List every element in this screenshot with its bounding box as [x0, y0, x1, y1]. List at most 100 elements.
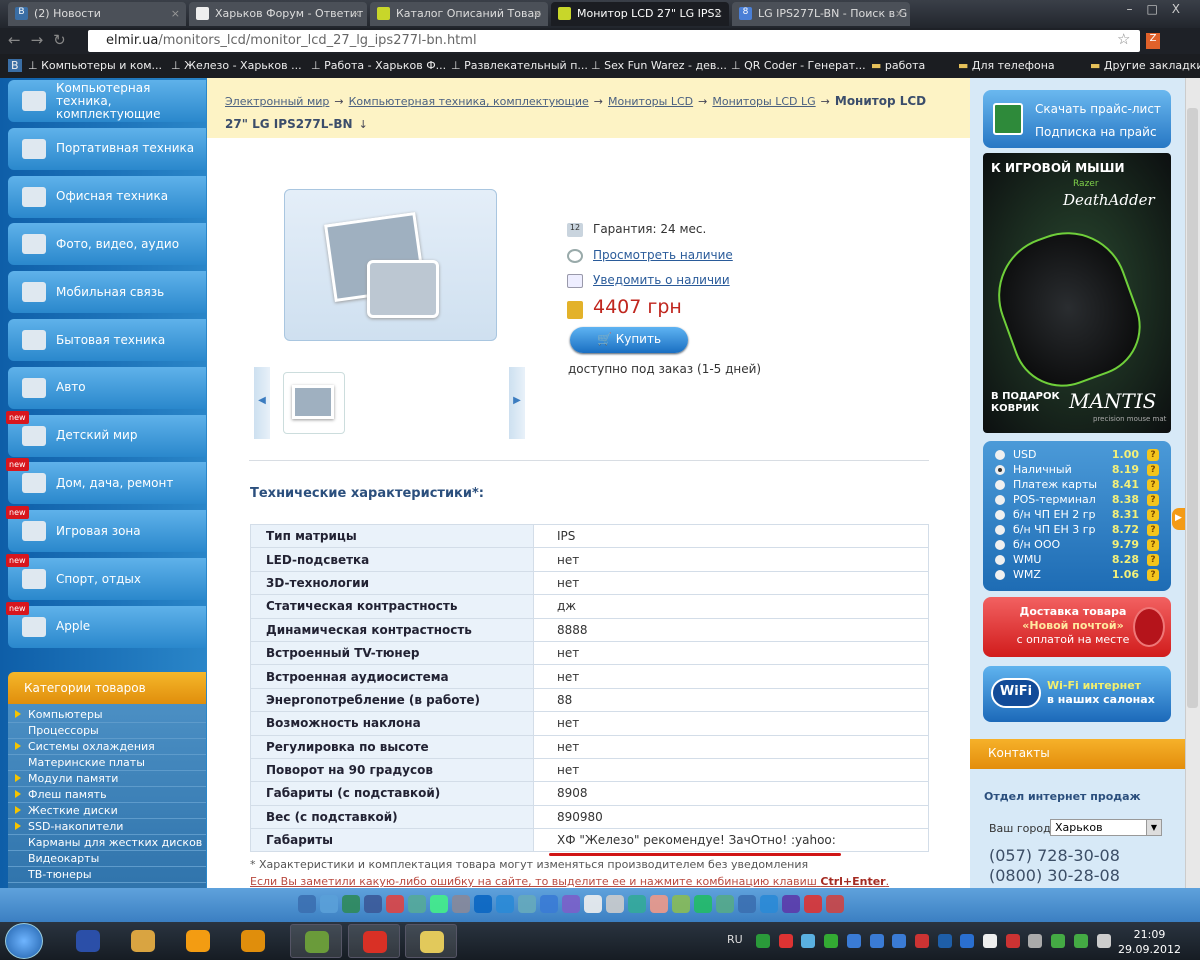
share-icon[interactable] [628, 895, 646, 913]
tray-icon[interactable] [960, 934, 975, 948]
browser-tab[interactable]: B (2) Новости × [8, 2, 186, 26]
bookmark-item[interactable]: ▬ работа [871, 59, 925, 72]
share-icon[interactable] [606, 895, 624, 913]
tray-icon[interactable] [1005, 934, 1020, 948]
browser-tab[interactable]: Харьков Форум - Ответит × [189, 2, 367, 26]
share-icon[interactable] [782, 895, 800, 913]
category-link[interactable]: Модули памяти [8, 771, 206, 787]
sidebar-item[interactable]: Детский мир new [6, 410, 206, 457]
download-price-link[interactable]: Скачать прайс-лист [1035, 98, 1171, 121]
side-panel-toggle[interactable]: ▶ [1172, 508, 1186, 530]
sidebar-item[interactable]: Фото, видео, аудио [8, 223, 206, 266]
radio-button[interactable] [995, 480, 1005, 490]
product-thumbnail[interactable] [283, 372, 345, 434]
radio-button[interactable] [995, 555, 1005, 565]
category-link[interactable]: Жесткие диски [8, 803, 206, 819]
currency-row[interactable]: Платеж карты 8.41? [993, 478, 1161, 493]
close-icon[interactable]: × [714, 7, 723, 20]
close-icon[interactable]: × [171, 7, 180, 20]
help-icon[interactable]: ? [1147, 509, 1159, 521]
notify-link[interactable]: Уведомить о наличии [593, 273, 730, 287]
scrollbar-thumb[interactable] [1187, 108, 1198, 708]
sidebar-item[interactable]: Портативная техника [8, 127, 206, 170]
wifi-banner[interactable]: WiFi Wi-Fi интернет в наших салонах [983, 666, 1171, 722]
check-availability-link[interactable]: Просмотреть наличие [593, 248, 733, 262]
category-link[interactable]: Флеш память [8, 787, 206, 803]
chrome-icon[interactable] [348, 924, 400, 958]
share-icon[interactable] [430, 895, 448, 913]
url-input[interactable]: elmir.ua/monitors_lcd/monitor_lcd_27_lg_… [88, 30, 1140, 52]
share-icon[interactable] [298, 895, 316, 913]
gallery-prev-button[interactable]: ◀ [254, 367, 270, 439]
city-select[interactable]: Харьков ▼ [1050, 819, 1162, 836]
tray-icon[interactable] [1096, 934, 1111, 948]
currency-row[interactable]: Наличный 8.19? [993, 463, 1161, 478]
other-bookmarks[interactable]: ▬ Другие закладки [1090, 59, 1200, 72]
currency-row[interactable]: б/н ЧП ЕН 3 гр 8.72? [993, 523, 1161, 538]
sidebar-item[interactable]: Дом, дача, ремонт new [6, 458, 206, 505]
share-icon[interactable] [518, 895, 536, 913]
extension-button[interactable]: Z [1146, 33, 1160, 49]
sidebar-item[interactable]: Авто [8, 366, 206, 409]
share-icon[interactable] [650, 895, 668, 913]
radio-button[interactable] [995, 525, 1005, 535]
currency-row[interactable]: б/н ООО 9.79? [993, 538, 1161, 553]
browser-tab[interactable]: Каталог Описаний Товар × [370, 2, 548, 26]
category-link[interactable]: Компьютеры [8, 707, 206, 723]
tray-icon[interactable] [892, 934, 907, 948]
share-icon[interactable] [826, 895, 844, 913]
bookmark-star-icon[interactable]: ☆ [1117, 30, 1130, 48]
help-icon[interactable]: ? [1147, 464, 1159, 476]
category-link[interactable]: Видеокарты [8, 851, 206, 867]
tray-icon[interactable] [1073, 934, 1088, 948]
breadcrumb-link[interactable]: Мониторы LCD LG [712, 95, 815, 108]
help-icon[interactable]: ? [1147, 479, 1159, 491]
sidebar-item[interactable]: Бытовая техника [8, 319, 206, 361]
start-button[interactable] [5, 923, 43, 959]
browser-tab[interactable]: Монитор LCD 27" LG IPS2 × [551, 2, 729, 26]
radio-button[interactable] [995, 465, 1005, 475]
share-icon[interactable] [738, 895, 756, 913]
sidebar-item[interactable]: Apple new [6, 601, 206, 648]
sidebar-item[interactable]: Офисная техника [8, 175, 206, 218]
tray-icon[interactable] [937, 934, 952, 948]
share-icon[interactable] [694, 895, 712, 913]
tray-icon[interactable] [756, 934, 770, 948]
notify[interactable]: Уведомить о наличии [567, 273, 730, 288]
delivery-banner[interactable]: Доставка товара «Новой почтой» с оплатой… [983, 597, 1171, 657]
share-icon[interactable] [496, 895, 514, 913]
tray-icon[interactable] [914, 934, 929, 948]
aimp-icon[interactable] [227, 924, 279, 958]
check-availability[interactable]: Просмотреть наличие [567, 248, 733, 263]
tray-icon[interactable] [824, 934, 839, 948]
bookmark-item[interactable]: ⊥ Работа - Харьков Ф... [311, 59, 446, 72]
help-icon[interactable]: ? [1147, 554, 1159, 566]
product-photo[interactable] [284, 189, 497, 341]
radio-button[interactable] [995, 570, 1005, 580]
explorer-save-icon[interactable] [62, 924, 114, 958]
share-icon[interactable] [320, 895, 338, 913]
share-icon[interactable] [386, 895, 404, 913]
close-icon[interactable]: × [352, 7, 361, 20]
share-icon[interactable] [716, 895, 734, 913]
share-icon[interactable] [342, 895, 360, 913]
bookmark-item[interactable]: ▬ Для телефона [958, 59, 1055, 72]
subscribe-price-link[interactable]: Подписка на прайс [1035, 121, 1171, 144]
bookmark-item[interactable]: ⊥ Компьютеры и ком... [28, 59, 162, 72]
radio-button[interactable] [995, 510, 1005, 520]
nav-buttons[interactable]: ←→↻ [8, 31, 76, 49]
help-icon[interactable]: ? [1147, 524, 1159, 536]
language-indicator[interactable]: RU [727, 933, 743, 946]
help-icon[interactable]: ? [1147, 569, 1159, 581]
currency-row[interactable]: USD 1.00? [993, 448, 1161, 463]
chat-icon[interactable] [172, 924, 224, 958]
file-manager-icon[interactable] [117, 924, 169, 958]
window-controls[interactable]: –□X [1126, 2, 1194, 16]
sidebar-item[interactable]: Спорт, отдых new [6, 554, 206, 600]
share-icon[interactable] [584, 895, 602, 913]
category-link[interactable]: SSD-накопители [8, 819, 206, 835]
breadcrumb-link[interactable]: Компьютерная техника, комплектующие [349, 95, 589, 108]
radio-button[interactable] [995, 450, 1005, 460]
help-icon[interactable]: ? [1147, 449, 1159, 461]
share-icon[interactable] [672, 895, 690, 913]
